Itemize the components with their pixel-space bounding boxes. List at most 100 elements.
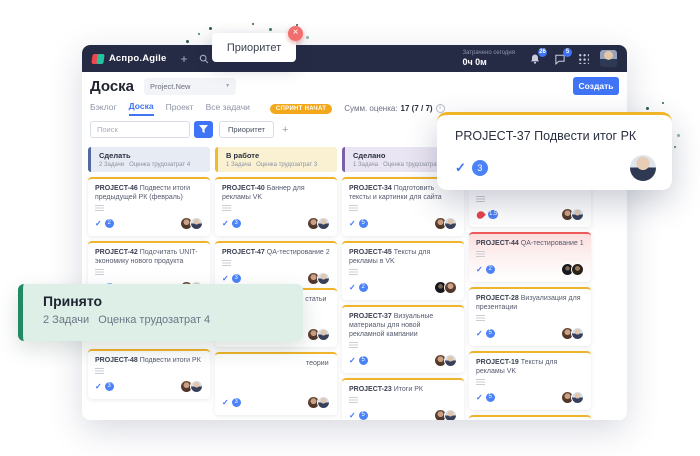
- confetti-dot: [662, 102, 664, 104]
- task-card[interactable]: PROJECT-46 Подвести итоги предыдущей РК …: [88, 177, 210, 236]
- user-avatar[interactable]: [600, 50, 617, 67]
- column-header: Сделать 2 Задачи Оценка трудозатрат 4: [88, 147, 210, 172]
- tab-all-tasks[interactable]: Все задачи: [206, 102, 250, 115]
- task-title: PROJECT-48 Подвести итоги РК: [95, 356, 203, 365]
- time-tracker[interactable]: Затрачено сегодня 0ч 0м: [462, 50, 515, 67]
- task-title: PROJECT-42 Подсчитать UNIT-экономику нов…: [95, 248, 203, 266]
- confetti-dot: [677, 134, 680, 137]
- avatar: [571, 391, 584, 404]
- checkmark-icon: ✓: [222, 219, 229, 228]
- avatar: [571, 327, 584, 340]
- estimate-badge: 1.5: [488, 210, 498, 219]
- task-card[interactable]: теории ✓3: [215, 352, 337, 415]
- task-title: PROJECT-40 Баннер для рекламы VK: [222, 184, 330, 202]
- estimate-badge: 5: [486, 393, 495, 402]
- task-card[interactable]: PROJECT-16 Подвести итоги РК: [469, 415, 591, 420]
- confetti-dot: [209, 27, 212, 30]
- avatar: [317, 217, 330, 230]
- confetti-dot: [306, 36, 309, 39]
- add-filter-icon[interactable]: +: [282, 124, 288, 136]
- column-header: В работе 1 Задача Оценка трудозатрат 3: [215, 147, 337, 172]
- tab-board[interactable]: Доска: [129, 101, 154, 116]
- description-icon: [95, 205, 104, 211]
- description-icon: [349, 397, 358, 403]
- notifications-bell-icon[interactable]: 26: [528, 52, 542, 66]
- estimate-badge: 5: [486, 329, 495, 338]
- task-title: PROJECT-47 QA-тестирование 2: [222, 248, 330, 257]
- task-title: PROJECT-37 Визуальные материалы для ново…: [349, 312, 457, 339]
- app-window: Аспро.Agile + Сп Затрачено сегодня 0ч 0м…: [82, 45, 627, 420]
- checkmark-icon: ✓: [455, 160, 466, 176]
- avatar: [444, 354, 457, 367]
- avatar: [571, 208, 584, 221]
- search-icon[interactable]: [199, 54, 209, 64]
- description-icon: [476, 379, 485, 385]
- checkmark-icon: ✓: [95, 219, 102, 228]
- accepted-column-callout: Принято 2 Задачи Оценка трудозатрат 4: [18, 284, 303, 341]
- description-icon: [95, 269, 104, 275]
- description-icon: [222, 260, 231, 266]
- description-icon: [349, 269, 358, 275]
- apps-grid-icon[interactable]: [578, 53, 589, 64]
- task-card[interactable]: PROJECT-19 Тексты для рекламы VK ✓5: [469, 351, 591, 410]
- description-icon: [476, 251, 485, 257]
- description-icon: [222, 205, 231, 211]
- checkmark-icon: ✓: [349, 283, 356, 292]
- description-icon: [476, 315, 485, 321]
- estimate-badge: 2: [486, 265, 495, 274]
- page: Аспро.Agile + Сп Затрачено сегодня 0ч 0м…: [0, 0, 700, 456]
- checkmark-icon: ✓: [222, 274, 229, 283]
- sprint-status-badge: СПРИНТ НАЧАТ: [270, 104, 332, 114]
- checkmark-icon: ✓: [476, 265, 483, 274]
- task-title: PROJECT-45 Тексты для рекламы в VK: [349, 248, 457, 266]
- filter-button[interactable]: [194, 121, 213, 138]
- task-title: PROJECT-23 Итоги РК: [349, 385, 457, 394]
- avatar: [317, 328, 330, 341]
- task-card[interactable]: PROJECT-28 Визуализация для презентации …: [469, 287, 591, 346]
- task-card[interactable]: PROJECT-23 Итоги РК ✓5: [342, 378, 464, 420]
- create-button[interactable]: Создать: [573, 77, 619, 95]
- estimate-badge: 5: [359, 411, 368, 420]
- avatar: [190, 380, 203, 393]
- chevron-down-icon: ▼: [225, 83, 230, 89]
- estimate-badge: 3: [105, 382, 114, 391]
- task-card-popup[interactable]: PROJECT-37 Подвести итог РК ✓ 3: [437, 112, 672, 190]
- task-card[interactable]: PROJECT-45 Тексты для рекламы в VK ✓2: [342, 241, 464, 300]
- description-icon: [349, 205, 358, 211]
- app-logo-icon: [92, 53, 104, 65]
- popup-task-title: PROJECT-37 Подвести итог РК: [455, 129, 656, 143]
- confetti-dot: [198, 33, 200, 35]
- confetti-dot: [252, 23, 254, 25]
- checkmark-icon: ✓: [349, 411, 356, 420]
- avatar: [444, 217, 457, 230]
- confetti-dot: [269, 28, 272, 31]
- assignee-avatar: [630, 155, 656, 181]
- messages-badge: 5: [563, 48, 572, 57]
- estimate-badge: 3: [232, 274, 241, 283]
- task-card[interactable]: PROJECT-37 Визуальные материалы для ново…: [342, 305, 464, 373]
- avatar: [190, 217, 203, 230]
- search-input[interactable]: [90, 121, 190, 138]
- page-title: Доска: [90, 78, 134, 95]
- brand-name: Аспро.Agile: [109, 53, 166, 64]
- tab-project[interactable]: Проект: [166, 102, 194, 115]
- task-card[interactable]: PROJECT-44 QA-тестирование 1 ✓2: [469, 232, 591, 282]
- task-card[interactable]: PROJECT-40 Баннер для рекламы VK ✓3: [215, 177, 337, 236]
- checkmark-icon: ✓: [349, 219, 356, 228]
- task-title: PROJECT-44 QA-тестирование 1: [476, 239, 584, 248]
- tab-backlog[interactable]: Бэклог: [90, 102, 117, 115]
- project-select[interactable]: Project.New ▼: [144, 78, 236, 95]
- add-icon[interactable]: +: [180, 54, 187, 64]
- fire-icon: [475, 209, 486, 220]
- summary-score: Сумм. оценка: 17 (7 / 7) i: [344, 104, 444, 113]
- priority-filter-chip[interactable]: Приоритет: [219, 121, 274, 138]
- description-icon: [476, 196, 485, 202]
- close-icon[interactable]: ×: [288, 26, 303, 41]
- checkmark-icon: ✓: [222, 398, 229, 407]
- task-title: PROJECT-46 Подвести итоги предыдущей РК …: [95, 184, 203, 202]
- task-card[interactable]: PROJECT-48 Подвести итоги РК ✓3: [88, 349, 210, 399]
- messages-icon[interactable]: 5: [553, 52, 567, 66]
- task-title: теории: [306, 359, 330, 368]
- avatar: [317, 396, 330, 409]
- estimate-badge: 3: [232, 398, 241, 407]
